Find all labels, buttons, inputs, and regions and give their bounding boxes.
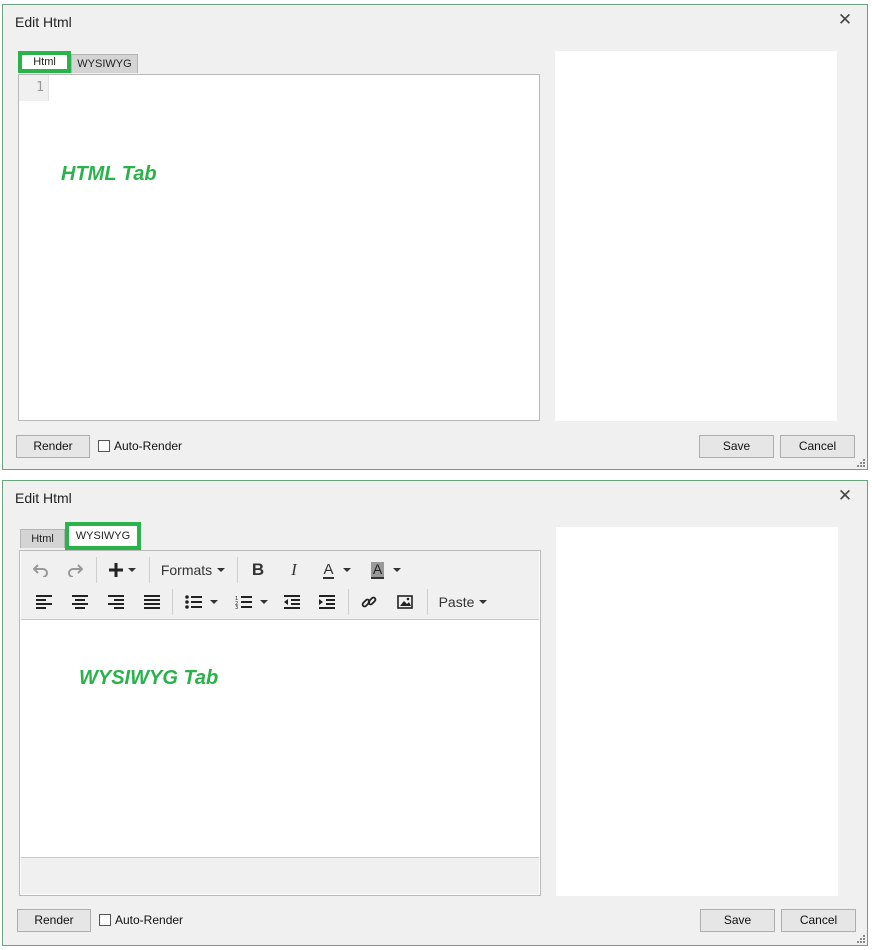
editor-toolbar: Formats B I A A 1 2 3 Paste: [21, 551, 539, 620]
edit-html-dialog-html-tab: Edit Html ✕ Html WYSIWYG 1 HTML Tab Rend…: [2, 4, 868, 470]
outdent-icon[interactable]: [281, 589, 303, 615]
tab-wysiwyg[interactable]: WYSIWYG: [71, 54, 138, 73]
insert-menu-button[interactable]: [105, 557, 139, 583]
tab-html[interactable]: Html: [20, 529, 65, 548]
tab-wysiwyg[interactable]: WYSIWYG: [65, 522, 141, 550]
close-icon[interactable]: ✕: [837, 11, 853, 29]
numbered-list-icon: 123: [235, 596, 252, 609]
cancel-button[interactable]: Cancel: [781, 909, 856, 932]
wysiwyg-tab-annotation: WYSIWYG Tab: [79, 667, 219, 689]
tab-html[interactable]: Html: [18, 51, 71, 73]
image-icon[interactable]: [393, 589, 417, 615]
toolbar-separator: [237, 557, 238, 583]
toolbar-separator: [149, 557, 150, 583]
line-number-gutter: 1: [19, 75, 49, 101]
text-color-icon: A: [323, 560, 334, 579]
italic-icon[interactable]: I: [283, 557, 305, 583]
resize-grip-icon[interactable]: [857, 935, 865, 943]
auto-render-label: Auto-Render: [115, 913, 184, 927]
auto-render-checkbox[interactable]: [99, 914, 111, 926]
render-button[interactable]: Render: [16, 435, 90, 458]
align-right-icon[interactable]: [105, 589, 127, 615]
toolbar-separator: [96, 557, 97, 583]
bullet-list-icon: [184, 595, 202, 609]
bullet-list-button[interactable]: [181, 589, 221, 615]
html-code-editor[interactable]: 1 HTML Tab: [18, 74, 540, 421]
plus-icon: [108, 563, 123, 577]
close-icon[interactable]: ✕: [837, 487, 853, 505]
save-button[interactable]: Save: [699, 435, 774, 458]
toolbar-separator: [427, 589, 428, 615]
formats-label: Formats: [160, 562, 213, 578]
align-center-icon[interactable]: [69, 589, 91, 615]
resize-grip-icon[interactable]: [857, 459, 865, 467]
toolbar-separator: [172, 589, 173, 615]
dialog-title: Edit Html: [15, 490, 72, 506]
render-button[interactable]: Render: [17, 909, 91, 932]
dialog-title: Edit Html: [15, 14, 72, 30]
wysiwyg-editor: Formats B I A A 1 2 3 Paste WYSIWYG Tab: [19, 550, 541, 896]
background-color-button[interactable]: A: [366, 557, 406, 583]
align-left-icon[interactable]: [33, 589, 55, 615]
toolbar-separator: [348, 589, 349, 615]
redo-icon[interactable]: [65, 557, 85, 583]
bold-icon[interactable]: B: [247, 557, 269, 583]
preview-pane: [556, 527, 838, 896]
undo-icon[interactable]: [31, 557, 51, 583]
svg-text:3: 3: [235, 605, 238, 609]
link-icon[interactable]: [357, 589, 381, 615]
indent-icon[interactable]: [316, 589, 338, 615]
auto-render-checkbox[interactable]: [98, 440, 110, 452]
paste-label: Paste: [438, 594, 475, 610]
auto-render-label: Auto-Render: [114, 439, 183, 453]
paste-dropdown[interactable]: Paste: [434, 589, 492, 615]
cancel-button[interactable]: Cancel: [780, 435, 855, 458]
html-tab-annotation: HTML Tab: [61, 163, 157, 185]
editor-statusbar: [21, 857, 539, 894]
background-color-icon: A: [370, 560, 385, 579]
edit-html-dialog-wysiwyg-tab: Edit Html ✕ Html WYSIWYG Formats B I A A…: [2, 480, 868, 946]
formats-dropdown[interactable]: Formats: [158, 557, 228, 583]
preview-pane: [555, 51, 837, 421]
numbered-list-button[interactable]: 123: [231, 589, 271, 615]
align-justify-icon[interactable]: [141, 589, 163, 615]
text-color-button[interactable]: A: [317, 557, 357, 583]
save-button[interactable]: Save: [700, 909, 775, 932]
